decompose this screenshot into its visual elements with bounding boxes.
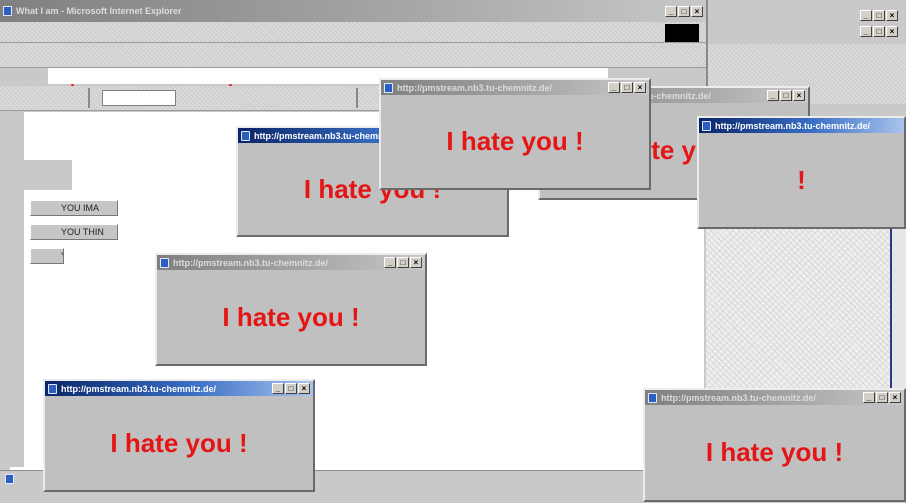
- popup-title: http://pmstream.nb3.tu-chemnitz.de/: [61, 383, 217, 394]
- close-button[interactable]: ×: [889, 392, 901, 403]
- ie-icon: [48, 383, 57, 394]
- popup-message: I hate you !: [110, 427, 248, 458]
- ie-icon: [384, 82, 393, 93]
- popup-window-1[interactable]: http://pmstream.nb3.tu-chemnitz.de/ _ □ …: [379, 78, 651, 190]
- popup-title: http://pmstream.nb3.tu-chemnitz.de/: [397, 82, 553, 93]
- ie-icon: [160, 257, 169, 268]
- status-ie-icon: [5, 474, 14, 484]
- popup-title-bar[interactable]: http://pmstream.nb3.tu-chemnitz.de/ _ □ …: [645, 390, 904, 405]
- minimize-button[interactable]: _: [767, 90, 779, 101]
- popup-message: I hate you !: [446, 126, 584, 156]
- content-left-edge: [8, 112, 24, 467]
- minimize-button[interactable]: _: [608, 82, 620, 93]
- close-button[interactable]: ×: [691, 5, 703, 17]
- right-window-controls-2: _ □ ×: [860, 26, 898, 37]
- close-button[interactable]: ×: [298, 383, 310, 394]
- maximize-button[interactable]: □: [876, 392, 888, 403]
- ie-icon: [241, 130, 250, 141]
- right-close-button[interactable]: ×: [886, 10, 898, 21]
- popup-title-bar[interactable]: http://pmstream.nb3.tu-chemnitz.de/: [699, 118, 904, 133]
- right-window-controls-1: _ □ ×: [860, 10, 898, 21]
- side-button-3-label: Y: [61, 251, 63, 261]
- popup-title: http://pmstream.nb3.tu-chemnitz.de/: [173, 257, 329, 268]
- ie-icon: [648, 392, 657, 403]
- side-button-2[interactable]: YOU THIN: [30, 224, 118, 240]
- maximize-button[interactable]: □: [397, 257, 409, 268]
- right-maximize-button-2[interactable]: □: [873, 26, 885, 37]
- right-maximize-button[interactable]: □: [873, 10, 885, 21]
- popup-window-5[interactable]: http://pmstream.nb3.tu-chemnitz.de/ !: [697, 116, 906, 229]
- popup-message: I hate you !: [705, 437, 844, 467]
- popup-window-7[interactable]: http://pmstream.nb3.tu-chemnitz.de/ _ □ …: [643, 388, 906, 502]
- side-button-2-label: YOU THIN: [61, 227, 104, 237]
- minimize-button[interactable]: _: [863, 392, 875, 403]
- popup-message: te y: [651, 135, 696, 165]
- popup-title: http://pmstream.nb3.tu-chemnitz.de/: [661, 392, 817, 403]
- close-button[interactable]: ×: [410, 257, 422, 268]
- maximize-button[interactable]: □: [780, 90, 792, 101]
- minimize-button[interactable]: _: [272, 383, 284, 394]
- address-field[interactable]: [102, 90, 176, 106]
- maximize-button[interactable]: □: [621, 82, 633, 93]
- address-divider-1: [88, 88, 90, 108]
- toolbar-black-box: [665, 24, 699, 42]
- popup-title-bar[interactable]: http://pmstream.nb3.tu-chemnitz.de/ _ □ …: [157, 255, 425, 270]
- close-button[interactable]: ×: [793, 90, 805, 101]
- browser-title-bar[interactable]: What I am - Microsoft Internet Explorer …: [0, 0, 706, 22]
- right-minimize-button[interactable]: _: [860, 10, 872, 21]
- maximize-button[interactable]: □: [678, 5, 690, 17]
- right-minimize-button-2[interactable]: _: [860, 26, 872, 37]
- minimize-button[interactable]: _: [384, 257, 396, 268]
- side-button-1[interactable]: YOU IMA: [30, 200, 118, 216]
- ie-icon: [702, 120, 711, 131]
- content-left-block: [24, 160, 72, 190]
- popup-title-bar[interactable]: http://pmstream.nb3.tu-chemnitz.de/ _ □ …: [45, 381, 313, 396]
- popup-message: I hate you !: [222, 301, 360, 332]
- right-close-button-2[interactable]: ×: [886, 26, 898, 37]
- menu-bar[interactable]: [0, 22, 706, 43]
- popup-title-bar[interactable]: http://pmstream.nb3.tu-chemnitz.de/ _ □ …: [381, 80, 649, 95]
- ie-icon: [3, 6, 12, 16]
- popup-window-6[interactable]: http://pmstream.nb3.tu-chemnitz.de/ _ □ …: [43, 379, 315, 492]
- toolbar[interactable]: [0, 43, 706, 68]
- side-button-3[interactable]: Y: [30, 248, 64, 264]
- side-button-1-label: YOU IMA: [61, 203, 100, 213]
- maximize-button[interactable]: □: [285, 383, 297, 394]
- close-button[interactable]: ×: [634, 82, 646, 93]
- popup-window-4[interactable]: http://pmstream.nb3.tu-chemnitz.de/ _ □ …: [155, 253, 427, 366]
- popup-title: http://pmstream.nb3.tu-chemnitz.de/: [715, 120, 871, 131]
- popup-message: !: [797, 164, 806, 195]
- browser-title: What I am - Microsoft Internet Explorer: [16, 6, 182, 16]
- address-divider-2: [356, 88, 358, 108]
- minimize-button[interactable]: _: [665, 5, 677, 17]
